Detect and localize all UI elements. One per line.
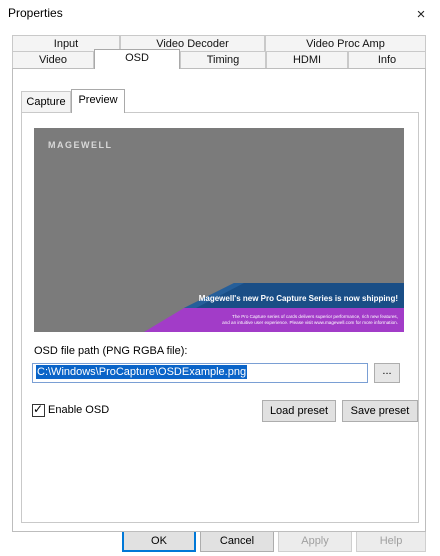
cancel-button[interactable]: Cancel [200, 530, 274, 552]
close-icon: × [416, 5, 426, 23]
tab-osd[interactable]: OSD [94, 49, 180, 69]
tab-timing[interactable]: Timing [180, 51, 266, 68]
checkbox-box[interactable]: ✓ [32, 401, 45, 417]
subtab-preview[interactable]: Preview [71, 89, 125, 113]
browse-button[interactable]: ... [374, 363, 400, 383]
preview-subpanel: MAGEWELL Magewell's new Pro Capture Seri… [21, 112, 419, 523]
osd-preview-image: MAGEWELL Magewell's new Pro Capture Seri… [34, 128, 404, 332]
tab-video-proc-amp[interactable]: Video Proc Amp [265, 35, 426, 52]
load-preset-button[interactable]: Load preset [262, 400, 336, 422]
osd-path-value: C:\Windows\ProCapture\OSDExample.png [36, 365, 248, 379]
help-button[interactable]: Help [356, 530, 426, 552]
tab-hdmi[interactable]: HDMI [266, 51, 348, 68]
tab-info[interactable]: Info [348, 51, 426, 68]
tab-video[interactable]: Video [12, 51, 94, 68]
osd-path-label: OSD file path (PNG RGBA file): [34, 345, 188, 357]
checkmark-icon: ✓ [33, 401, 44, 416]
osd-tab-panel: Capture Preview MAGEWELL Magewell's new … [12, 68, 426, 532]
banner-headline: Magewell's new Pro Capture Series is now… [198, 294, 398, 303]
enable-osd-checkbox[interactable]: ✓ Enable OSD [32, 402, 109, 418]
properties-dialog: Input Video Decoder Video Proc Amp Video… [0, 30, 440, 556]
enable-osd-label: Enable OSD [48, 404, 110, 416]
banner-subtext-2: and an intuitive user experience. Please… [222, 320, 398, 325]
ok-button[interactable]: OK [122, 530, 196, 552]
apply-button[interactable]: Apply [278, 530, 352, 552]
window-title: Properties [8, 6, 63, 20]
subtab-capture[interactable]: Capture [21, 91, 71, 112]
osd-path-input[interactable]: C:\Windows\ProCapture\OSDExample.png [32, 363, 368, 383]
banner-subtext-1: The Pro Capture series of cards delivers… [232, 314, 398, 319]
close-button[interactable]: × [408, 2, 434, 26]
title-bar: Properties × [0, 0, 440, 30]
save-preset-button[interactable]: Save preset [342, 400, 418, 422]
